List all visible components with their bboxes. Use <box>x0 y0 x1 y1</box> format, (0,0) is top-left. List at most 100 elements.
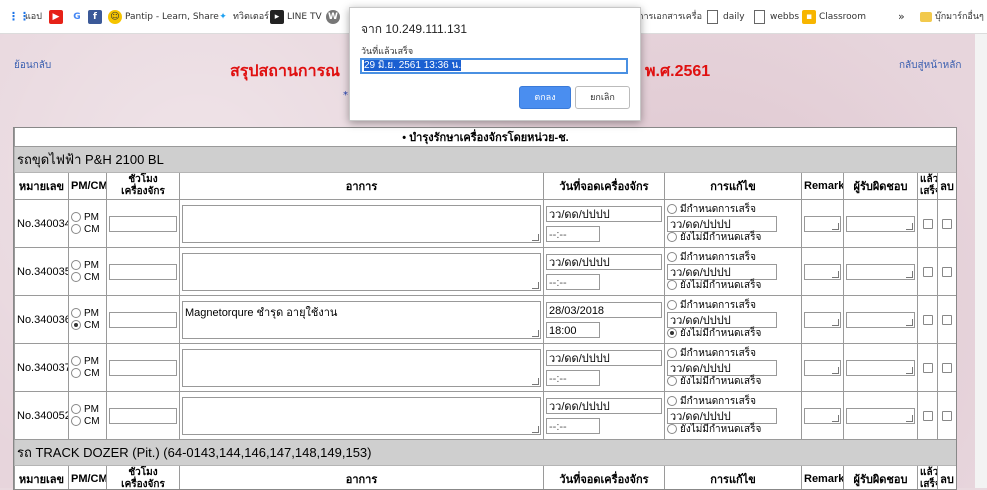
header-hours: ชั่วโมงเครื่องจักร <box>107 173 180 200</box>
delete-checkbox[interactable] <box>942 315 952 325</box>
table-row: No.340052 PM CM วว/ดด/ปปปป --:-- มีกำหนด… <box>15 392 957 440</box>
hours-input[interactable] <box>109 216 177 232</box>
hours-input[interactable] <box>109 312 177 328</box>
symptom-textarea[interactable] <box>182 397 541 435</box>
delete-checkbox[interactable] <box>942 219 952 229</box>
bookmark-doc[interactable]: การเอกสารเครื่อ <box>638 9 702 25</box>
remark-textarea[interactable] <box>804 312 841 328</box>
symptom-textarea[interactable] <box>182 205 541 243</box>
fix-set-label: มีกำหนดการเสร็จ <box>680 252 756 263</box>
hours-input[interactable] <box>109 360 177 376</box>
time-input[interactable]: --:-- <box>546 274 600 290</box>
header-row: หมายเลข PM/CM ชั่วโมงเครื่องจักร อาการ ว… <box>15 173 957 200</box>
owner-textarea[interactable] <box>846 312 915 328</box>
home-link[interactable]: กลับสู่หน้าหลัก <box>899 58 961 73</box>
symptom-textarea[interactable] <box>182 349 541 387</box>
fix-set-radio[interactable]: มีกำหนดการเสร็จ <box>667 396 799 408</box>
owner-textarea[interactable] <box>846 216 915 232</box>
header-delete: ลบ <box>938 173 957 200</box>
remark-textarea[interactable] <box>804 408 841 424</box>
bookmark-pantip[interactable]: ☺Pantip - Learn, Share <box>108 9 219 25</box>
cancel-button[interactable]: ยกเลิก <box>575 86 630 109</box>
hours-input[interactable] <box>109 408 177 424</box>
symptom-textarea[interactable]: Magnetorqure ชำรุด อายุใช้งาน <box>182 301 541 339</box>
time-input[interactable]: --:-- <box>546 370 600 386</box>
owner-textarea[interactable] <box>846 360 915 376</box>
fix-date-input[interactable]: วว/ดด/ปปปป <box>667 312 777 328</box>
symptom-textarea[interactable] <box>182 253 541 291</box>
done-checkbox[interactable] <box>923 219 933 229</box>
cm-radio[interactable]: CM <box>71 368 104 380</box>
delete-checkbox[interactable] <box>942 411 952 421</box>
date-input[interactable]: วว/ดด/ปปปป <box>546 206 662 222</box>
date-input[interactable]: วว/ดด/ปปปป <box>546 350 662 366</box>
delete-checkbox[interactable] <box>942 267 952 277</box>
date-input[interactable]: วว/ดด/ปปปป <box>546 398 662 414</box>
bookmark-apps[interactable]: ⋮⋮แอป <box>8 9 42 25</box>
remark-textarea[interactable] <box>804 360 841 376</box>
time-input[interactable]: --:-- <box>546 226 600 242</box>
fix-date-input[interactable]: วว/ดด/ปปปป <box>667 264 777 280</box>
fix-set-radio[interactable]: มีกำหนดการเสร็จ <box>667 348 799 360</box>
bookmark-wordpress[interactable]: W <box>326 9 343 25</box>
cm-label: CM <box>84 368 100 379</box>
remark-textarea[interactable] <box>804 264 841 280</box>
header-remark: Remark <box>802 173 844 200</box>
hours-input[interactable] <box>109 264 177 280</box>
done-checkbox[interactable] <box>923 363 933 373</box>
bookmark-webbs[interactable]: webbs <box>754 9 799 25</box>
table-row: No.340037 PM CM วว/ดด/ปปปป --:-- มีกำหนด… <box>15 344 957 392</box>
time-input[interactable]: --:-- <box>546 418 600 434</box>
bookmark-classroom[interactable]: ▪Classroom <box>802 9 866 25</box>
fix-date-input[interactable]: วว/ดด/ปปปป <box>667 216 777 232</box>
date-input[interactable]: วว/ดด/ปปปป <box>546 254 662 270</box>
cm-radio[interactable]: CM <box>71 320 104 332</box>
header-symptom: อาการ <box>180 173 544 200</box>
pm-label: PM <box>84 260 99 271</box>
pm-radio[interactable]: PM <box>71 260 104 272</box>
ok-button[interactable]: ตกลง <box>519 86 571 109</box>
fix-set-radio[interactable]: มีกำหนดการเสร็จ <box>667 252 799 264</box>
fix-unset-label: ยังไม่มีกำหนดเสร็จ <box>680 376 761 387</box>
fix-date-input[interactable]: วว/ดด/ปปปป <box>667 360 777 376</box>
twitter-icon: ✦ <box>216 10 230 24</box>
cm-radio[interactable]: CM <box>71 272 104 284</box>
fix-unset-radio[interactable]: ยังไม่มีกำหนดเสร็จ <box>667 232 799 244</box>
done-checkbox[interactable] <box>923 315 933 325</box>
cm-radio[interactable]: CM <box>71 224 104 236</box>
pm-radio[interactable]: PM <box>71 212 104 224</box>
bookmark-twitter[interactable]: ✦ทวิตเตอร์ <box>216 9 269 25</box>
page-scrollbar[interactable] <box>975 34 987 488</box>
remark-textarea[interactable] <box>804 216 841 232</box>
time-input[interactable]: 18:00 <box>546 322 600 338</box>
fix-date-input[interactable]: วว/ดด/ปปปป <box>667 408 777 424</box>
radio-icon <box>71 224 81 234</box>
dialog-input[interactable]: 29 มิ.ย. 2561 13:36 น. <box>360 58 628 74</box>
back-link[interactable]: ย้อนกลับ <box>14 58 51 73</box>
done-checkbox[interactable] <box>923 411 933 421</box>
fix-unset-radio[interactable]: ยังไม่มีกำหนดเสร็จ <box>667 424 799 436</box>
done-checkbox[interactable] <box>923 267 933 277</box>
bookmark-youtube[interactable]: ▶ <box>49 9 66 25</box>
bookmark-google[interactable]: G <box>70 9 87 25</box>
header-owner: ผู้รับผิดชอบ <box>844 173 918 200</box>
bookmark-doc-label: การเอกสารเครื่อ <box>638 12 702 22</box>
bookmarks-more-button[interactable]: » <box>898 9 905 25</box>
pm-radio[interactable]: PM <box>71 404 104 416</box>
pm-radio[interactable]: PM <box>71 356 104 368</box>
bookmark-daily[interactable]: daily <box>707 9 745 25</box>
fix-unset-radio[interactable]: ยังไม่มีกำหนดเสร็จ <box>667 376 799 388</box>
cm-radio[interactable]: CM <box>71 416 104 428</box>
bookmark-facebook[interactable]: f <box>88 9 105 25</box>
fix-set-radio[interactable]: มีกำหนดการเสร็จ <box>667 300 799 312</box>
fix-unset-radio[interactable]: ยังไม่มีกำหนดเสร็จ <box>667 328 799 340</box>
date-input[interactable]: 28/03/2018 <box>546 302 662 318</box>
fix-set-radio[interactable]: มีกำหนดการเสร็จ <box>667 204 799 216</box>
bookmark-other[interactable]: บุ๊กมาร์กอื่นๆ <box>920 9 984 25</box>
bookmark-linetv[interactable]: ▸LINE TV <box>270 9 322 25</box>
fix-unset-radio[interactable]: ยังไม่มีกำหนดเสร็จ <box>667 280 799 292</box>
delete-checkbox[interactable] <box>942 363 952 373</box>
pm-radio[interactable]: PM <box>71 308 104 320</box>
owner-textarea[interactable] <box>846 264 915 280</box>
owner-textarea[interactable] <box>846 408 915 424</box>
